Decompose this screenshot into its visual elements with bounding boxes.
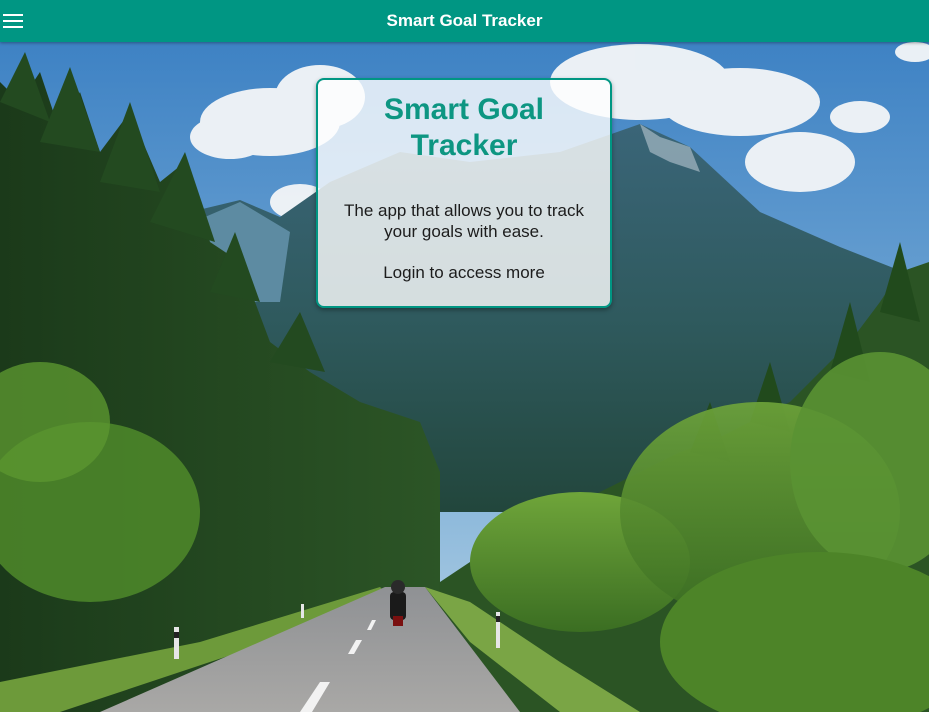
login-prompt: Login to access more (383, 262, 545, 282)
card-title: Smart Goal Tracker (383, 93, 545, 162)
app-root: Smart Goal Tracker Smart Goal Tracker Th… (0, 0, 929, 712)
toolbar-title: Smart Goal Tracker (386, 11, 543, 30)
card-description: The app that allows you to track your go… (343, 201, 585, 242)
welcome-card: Smart Goal Tracker The app that allows y… (316, 78, 612, 308)
top-toolbar: Smart Goal Tracker (0, 0, 929, 42)
